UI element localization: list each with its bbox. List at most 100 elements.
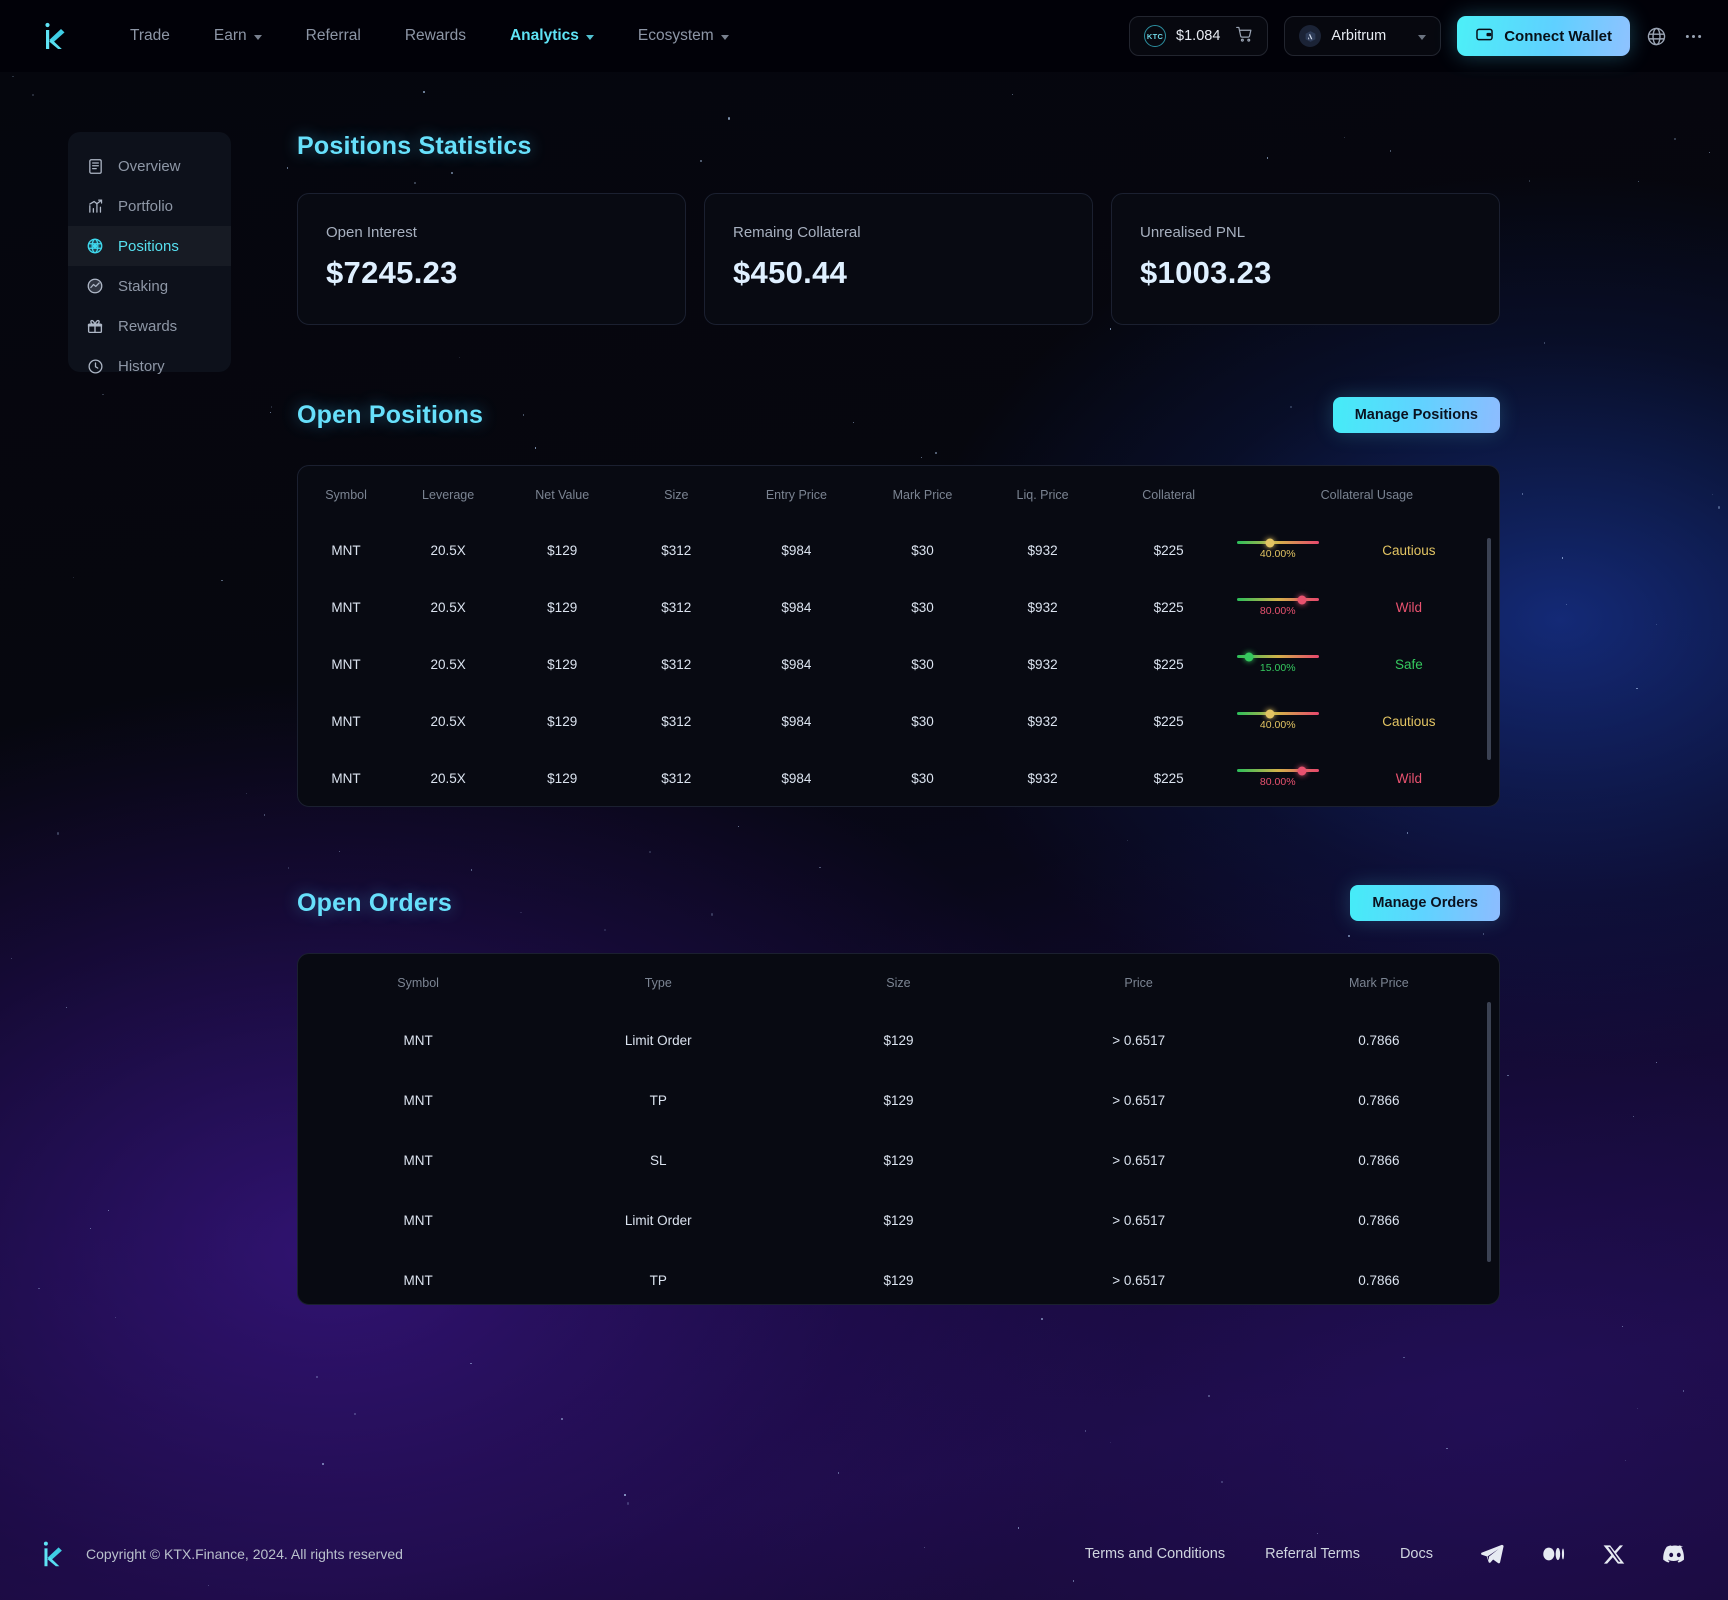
stat-card-value: $7245.23 — [326, 255, 458, 290]
positions-table-row[interactable]: MNT 20.5X $129 $312 $984 $30 $932 $225 40.00% Cau… — [298, 693, 1499, 750]
open-positions-table-card: Symbol Leverage Net Value Size Entry Price Ma… — [297, 465, 1500, 807]
wallet-icon — [1475, 25, 1494, 48]
bar-chart-icon — [86, 197, 104, 215]
nav-item-label: Analytics — [509, 27, 579, 44]
sidebar-item-history[interactable]: History — [68, 346, 231, 386]
footer-link-terms-and-conditions[interactable]: Terms and Conditions — [1085, 1546, 1225, 1562]
orders-cell-type: Limit Order — [624, 1032, 692, 1048]
meter-knob — [1297, 595, 1307, 604]
orders-table-row[interactable]: MNT Limit Order $129 > 0.6517 0.7866 — [298, 1190, 1499, 1250]
positions-column-header: Liq. Price — [1016, 488, 1069, 502]
analytics-sidebar: Overview Portfolio Positions Staking Rewards… — [68, 132, 231, 375]
orders-scrollbar[interactable] — [1487, 1002, 1491, 1262]
meter-track — [1236, 538, 1319, 547]
network-selector[interactable]: Arbitrum — [1284, 16, 1442, 56]
orders-cell-size: $129 — [883, 1092, 914, 1108]
open-orders-title: Open Orders — [297, 888, 453, 917]
orders-table-row[interactable]: MNT TP $129 > 0.6517 0.7866 — [298, 1250, 1499, 1304]
positions-cell-size: $312 — [661, 543, 692, 558]
wave-circle-icon — [86, 277, 104, 295]
positions-table-row[interactable]: MNT 20.5X $129 $312 $984 $30 $932 $225 80.00% Wil… — [298, 579, 1499, 636]
more-horizontal-icon[interactable] — [1683, 26, 1704, 47]
positions-cell-liq-price: $932 — [1027, 771, 1058, 786]
arbitrum-icon — [1299, 25, 1322, 47]
meter-knob — [1297, 766, 1307, 775]
positions-cell-collateral-usage: 40.00% Cautious — [1235, 693, 1499, 750]
positions-cell-net-value: $129 — [547, 714, 578, 729]
orders-scroll-area[interactable]: Symbol Type Size Price Mark Price MNT Limit O… — [298, 954, 1499, 1304]
orders-table-row[interactable]: MNT SL $129 > 0.6517 0.7866 — [298, 1130, 1499, 1190]
manage-orders-button[interactable]: Manage Orders — [1350, 885, 1500, 921]
globe-icon[interactable] — [1646, 26, 1667, 47]
stat-card-label: Open Interest — [326, 224, 417, 241]
positions-statistics-title: Positions Statistics — [297, 132, 532, 160]
chevron-down-icon — [585, 34, 594, 40]
sidebar-item-staking[interactable]: Staking — [68, 266, 231, 306]
meter-track — [1236, 766, 1319, 775]
positions-cell-leverage: 20.5X — [430, 714, 466, 729]
collateral-usage-percent: 80.00% — [1259, 776, 1296, 788]
stat-card: Unrealised PNL $1003.23 — [1111, 193, 1500, 325]
positions-cell-collateral: $225 — [1153, 600, 1184, 615]
orders-cell-mark-price: 0.7866 — [1358, 1152, 1400, 1168]
orders-cell-price: > 0.6517 — [1112, 1212, 1166, 1228]
positions-scroll-area[interactable]: Symbol Leverage Net Value Size Entry Price Ma… — [298, 466, 1499, 806]
telegram-icon[interactable] — [1479, 1541, 1505, 1567]
chevron-down-icon — [253, 34, 262, 40]
stat-card-label: Unrealised PNL — [1140, 224, 1246, 241]
connect-wallet-button[interactable]: Connect Wallet — [1457, 16, 1630, 56]
positions-cell-size: $312 — [661, 600, 692, 615]
discord-icon[interactable] — [1662, 1541, 1688, 1567]
nav-item-earn[interactable]: Earn — [192, 19, 284, 53]
nav-item-ecosystem[interactable]: Ecosystem — [616, 19, 751, 53]
nav-item-analytics[interactable]: Analytics — [488, 19, 616, 53]
orders-table-row[interactable]: MNT TP $129 > 0.6517 0.7866 — [298, 1070, 1499, 1130]
positions-scrollbar[interactable] — [1487, 538, 1491, 760]
positions-table-row[interactable]: MNT 20.5X $129 $312 $984 $30 $932 $225 40.00% Cau… — [298, 522, 1499, 579]
collateral-usage-meter: 15.00% — [1235, 652, 1319, 674]
cart-icon[interactable] — [1236, 26, 1253, 47]
list-icon — [86, 157, 104, 175]
positions-cell-liq-price: $932 — [1027, 657, 1058, 672]
orders-cell-size: $129 — [883, 1212, 914, 1228]
positions-column-header: Entry Price — [765, 488, 827, 502]
meter-track — [1236, 652, 1319, 661]
nav-item-referral[interactable]: Referral — [284, 19, 383, 53]
orders-column-header: Size — [886, 976, 911, 990]
token-price-pill[interactable]: KTC $1.084 — [1129, 16, 1269, 56]
positions-cell-entry-price: $984 — [781, 600, 812, 615]
sidebar-item-overview[interactable]: Overview — [68, 146, 231, 186]
manage-positions-button[interactable]: Manage Positions — [1332, 397, 1500, 433]
x-twitter-icon[interactable] — [1603, 1543, 1626, 1566]
positions-cell-entry-price: $984 — [781, 771, 812, 786]
positions-cell-entry-price: $984 — [781, 657, 812, 672]
positions-table-row[interactable]: MNT 20.5X $129 $312 $984 $30 $932 $225 15.00% Saf… — [298, 636, 1499, 693]
orders-header-row: Symbol Type Size Price Mark Price — [298, 954, 1499, 1010]
orders-cell-mark-price: 0.7866 — [1358, 1092, 1400, 1108]
nav-item-rewards[interactable]: Rewards — [383, 19, 488, 53]
sidebar-item-positions[interactable]: Positions — [68, 226, 231, 266]
positions-column-header: Collateral — [1142, 488, 1196, 502]
orders-cell-type: TP — [649, 1092, 667, 1108]
sidebar-item-portfolio[interactable]: Portfolio — [68, 186, 231, 226]
positions-cell-size: $312 — [661, 657, 692, 672]
orders-table-row[interactable]: MNT Limit Order $129 > 0.6517 0.7866 — [298, 1010, 1499, 1070]
sidebar-item-label: Positions — [118, 237, 179, 255]
ktx-logo-icon[interactable] — [34, 16, 74, 56]
footer-link-docs[interactable]: Docs — [1400, 1546, 1433, 1562]
footer-ktx-logo-icon[interactable] — [34, 1536, 70, 1572]
collateral-usage-percent: 80.00% — [1259, 605, 1296, 617]
positions-cell-collateral: $225 — [1153, 771, 1184, 786]
footer-link-referral-terms[interactable]: Referral Terms — [1265, 1546, 1360, 1562]
sidebar-item-rewards[interactable]: Rewards — [68, 306, 231, 346]
nav-item-trade[interactable]: Trade — [108, 19, 192, 53]
positions-table-row[interactable]: MNT 20.5X $129 $312 $984 $30 $932 $225 80.00% Wil… — [298, 750, 1499, 806]
stat-card: Open Interest $7245.23 — [297, 193, 686, 325]
positions-cell-liq-price: $932 — [1027, 543, 1058, 558]
medium-icon[interactable] — [1541, 1541, 1567, 1567]
positions-cell-net-value: $129 — [547, 543, 578, 558]
positions-cell-liq-price: $932 — [1027, 714, 1058, 729]
collateral-usage-meter: 80.00% — [1235, 766, 1319, 788]
orders-cell-type: SL — [650, 1152, 667, 1168]
clock-icon — [86, 357, 104, 375]
